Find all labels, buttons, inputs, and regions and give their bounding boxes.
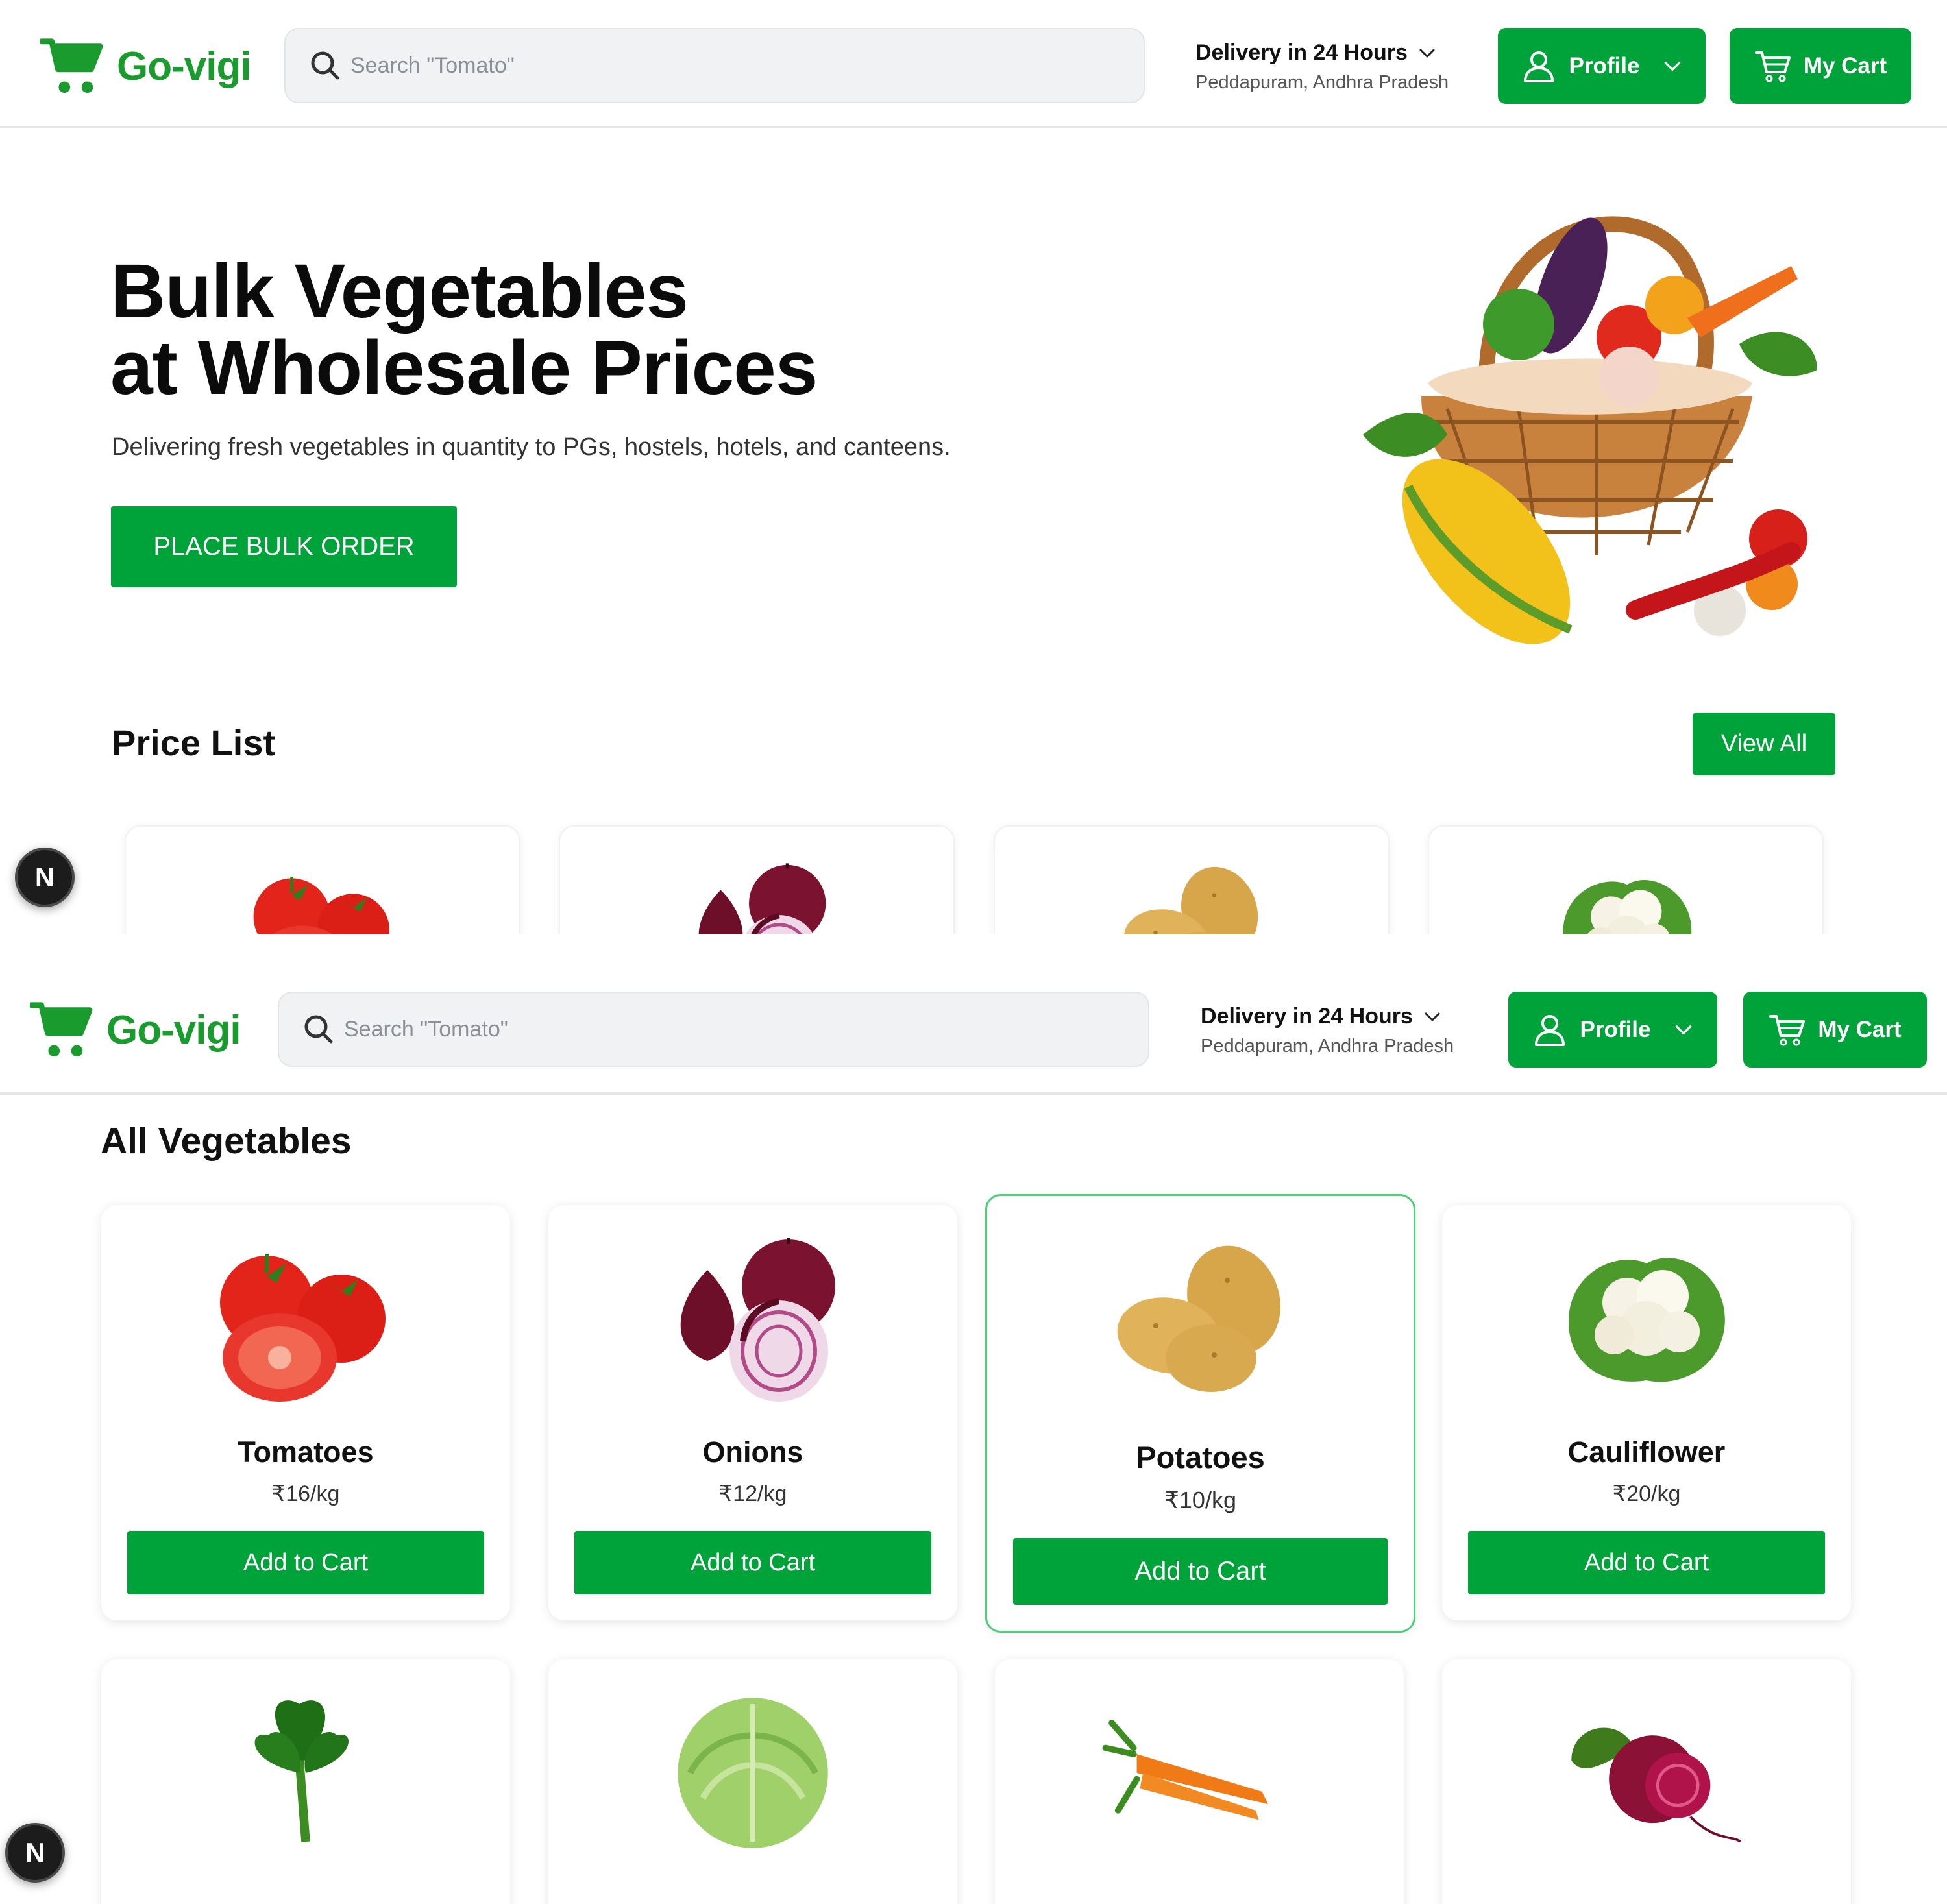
search-icon <box>309 49 341 82</box>
chevron-down-icon <box>1422 1007 1443 1027</box>
delivery-location: Peddapuram, Andhra Pradesh <box>1201 1036 1454 1056</box>
profile-button[interactable]: Profile <box>1508 992 1717 1068</box>
top-header: Go-vigi Delivery in 24 Hours Peddapuram,… <box>0 964 1947 1095</box>
add-to-cart-button[interactable]: Add to Cart <box>1013 1538 1388 1605</box>
brand-name: Go-vigi <box>106 1007 241 1053</box>
brand-name: Go-vigi <box>117 43 252 89</box>
tomato-image <box>223 853 424 934</box>
add-to-cart-button[interactable]: Add to Cart <box>127 1531 484 1594</box>
user-icon <box>1531 1011 1569 1049</box>
brand-logo[interactable]: Go-vigi <box>40 36 252 96</box>
vegetable-card-spinach[interactable] <box>101 1659 510 1904</box>
vegetable-price: ₹12/kg <box>718 1482 787 1506</box>
dev-badge[interactable]: N <box>5 1823 65 1883</box>
dev-badge[interactable]: N <box>15 848 75 907</box>
cart-logo-icon <box>30 1000 93 1060</box>
all-vegetables-title: All Vegetables <box>101 1120 352 1162</box>
search-icon <box>302 1013 335 1045</box>
spinach-image <box>202 1685 410 1861</box>
vegetable-card-cabbage[interactable] <box>548 1659 957 1904</box>
search-input[interactable] <box>344 1016 1058 1042</box>
search-input[interactable] <box>350 53 1064 79</box>
vegetable-card-cauliflower[interactable]: Cauliflower ₹20/kg Add to Cart <box>1442 1205 1851 1620</box>
brand-logo[interactable]: Go-vigi <box>30 1000 241 1060</box>
user-icon <box>1520 47 1558 85</box>
cauliflower-image <box>1543 1225 1750 1406</box>
tomato-image <box>202 1225 410 1406</box>
top-header: Go-vigi Delivery in 24 Hours Peddapuram,… <box>0 0 1947 128</box>
chevron-down-icon <box>1661 55 1684 77</box>
hero-title-line1: Bulk Vegetables <box>110 249 689 334</box>
onion-image <box>657 853 859 934</box>
place-bulk-order-button[interactable]: PLACE BULK ORDER <box>111 506 457 587</box>
vegetable-name: Tomatoes <box>238 1435 374 1469</box>
beetroot-image <box>1543 1685 1750 1861</box>
add-to-cart-button[interactable]: Add to Cart <box>1468 1531 1825 1594</box>
cart-icon <box>1754 47 1792 85</box>
vegetable-price: ₹20/kg <box>1612 1482 1681 1506</box>
profile-label: Profile <box>1580 1016 1651 1042</box>
screen-all-vegetables: Go-vigi Delivery in 24 Hours Peddapuram,… <box>0 964 1947 1904</box>
vegetable-name: Onions <box>702 1435 803 1469</box>
hero-title-line2: at Wholesale Prices <box>110 325 818 411</box>
potato-image <box>1092 853 1293 934</box>
delivery-title: Delivery in 24 Hours <box>1195 40 1408 65</box>
delivery-title: Delivery in 24 Hours <box>1201 1004 1413 1029</box>
vegetable-price: ₹10/kg <box>1164 1487 1236 1513</box>
profile-label: Profile <box>1569 53 1640 79</box>
cart-logo-icon <box>40 36 104 96</box>
screen-home: Go-vigi Delivery in 24 Hours Peddapuram,… <box>0 0 1947 934</box>
delivery-info[interactable]: Delivery in 24 Hours Peddapuram, Andhra … <box>1201 1004 1454 1057</box>
cabbage-image <box>649 1685 857 1861</box>
vegetable-card-onions[interactable]: Onions ₹12/kg Add to Cart <box>548 1205 957 1620</box>
price-card-potatoes[interactable] <box>994 825 1390 934</box>
price-card-cauliflower[interactable] <box>1428 825 1824 934</box>
hero-title: Bulk Vegetables at Wholesale Prices <box>110 249 818 411</box>
delivery-location: Peddapuram, Andhra Pradesh <box>1195 72 1449 93</box>
search-bar[interactable] <box>284 28 1145 103</box>
cart-label: My Cart <box>1803 53 1887 79</box>
potato-image <box>1097 1228 1305 1410</box>
cart-label: My Cart <box>1818 1016 1902 1042</box>
view-all-button[interactable]: View All <box>1693 713 1835 775</box>
vegetable-price: ₹16/kg <box>271 1482 340 1506</box>
cauliflower-image <box>1526 853 1728 934</box>
profile-button[interactable]: Profile <box>1498 28 1706 104</box>
vegetable-card-beetroot[interactable] <box>1442 1659 1851 1904</box>
cart-button[interactable]: My Cart <box>1730 28 1911 104</box>
price-card-onions[interactable] <box>559 825 955 934</box>
add-to-cart-button[interactable]: Add to Cart <box>574 1531 931 1594</box>
vegetable-name: Cauliflower <box>1567 1435 1726 1469</box>
vegetable-card-carrots[interactable] <box>995 1659 1404 1904</box>
price-card-tomatoes[interactable] <box>125 825 520 934</box>
delivery-info[interactable]: Delivery in 24 Hours Peddapuram, Andhra … <box>1195 40 1449 93</box>
chevron-down-icon <box>1672 1019 1695 1041</box>
carrot-image <box>1096 1685 1303 1861</box>
search-bar[interactable] <box>278 992 1149 1067</box>
vegetable-basket-image <box>1363 216 1817 644</box>
cart-icon <box>1769 1011 1806 1049</box>
vegetable-card-tomatoes[interactable]: Tomatoes ₹16/kg Add to Cart <box>101 1205 510 1620</box>
price-list-title: Price List <box>112 722 276 763</box>
onion-image <box>649 1225 857 1406</box>
cart-button[interactable]: My Cart <box>1743 992 1927 1068</box>
vegetable-name: Potatoes <box>1136 1440 1265 1474</box>
hero-subtitle: Delivering fresh vegetables in quantity … <box>112 433 951 461</box>
vegetable-card-potatoes[interactable]: Potatoes ₹10/kg Add to Cart <box>985 1194 1415 1633</box>
chevron-down-icon <box>1417 43 1438 64</box>
